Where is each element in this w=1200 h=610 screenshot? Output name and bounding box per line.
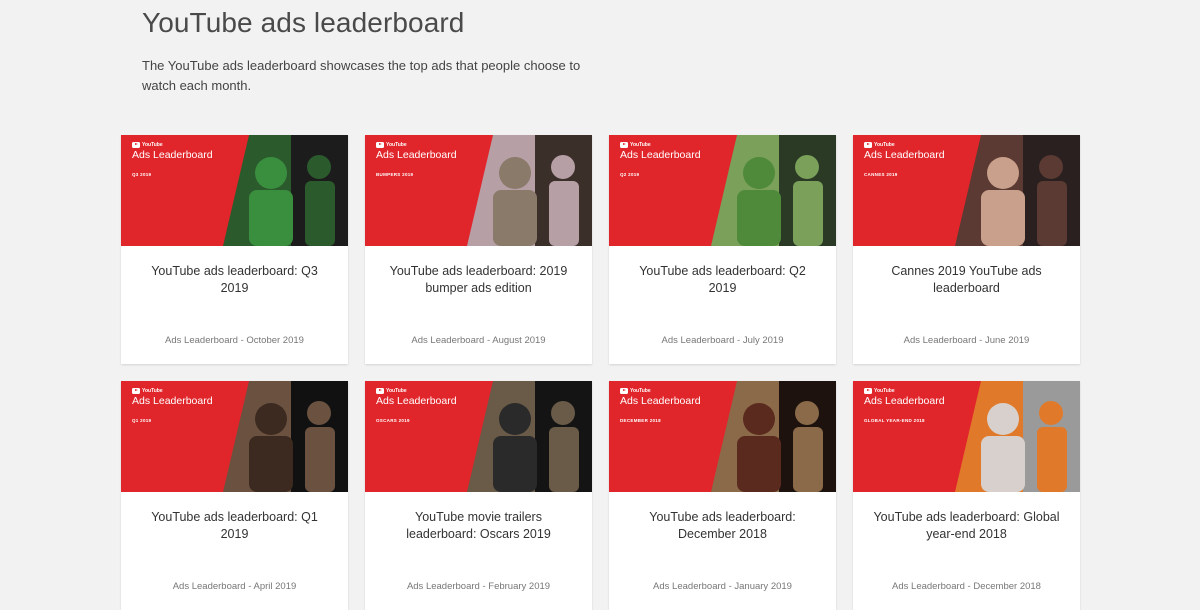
leaderboard-card-2[interactable]: YouTube Ads Leaderboard BUMPERS 2019 You… [365, 135, 592, 364]
youtube-logo-icon: YouTube [132, 387, 213, 394]
ads-leaderboard-badge: YouTube Ads Leaderboard [376, 141, 457, 161]
youtube-logo-icon: YouTube [620, 141, 701, 148]
badge-title: Ads Leaderboard [376, 395, 457, 407]
thumbnail-tag: Q2 2019 [620, 172, 640, 177]
badge-title: Ads Leaderboard [132, 395, 213, 407]
leaderboard-card-3[interactable]: YouTube Ads Leaderboard Q2 2019 YouTube … [609, 135, 836, 364]
youtube-logo-icon: YouTube [376, 387, 457, 394]
card-thumbnail[interactable]: YouTube Ads Leaderboard Q2 2019 [609, 135, 836, 246]
ads-leaderboard-badge: YouTube Ads Leaderboard [620, 387, 701, 407]
thumbnail-tag: CANNES 2019 [864, 172, 898, 177]
leaderboard-grid: YouTube Ads Leaderboard Q3 2019 YouTube … [121, 135, 1080, 610]
badge-title: Ads Leaderboard [864, 395, 945, 407]
card-thumbnail[interactable]: YouTube Ads Leaderboard Q3 2019 [121, 135, 348, 246]
thumbnail-tag: DECEMBER 2018 [620, 418, 661, 423]
badge-title: Ads Leaderboard [376, 149, 457, 161]
ads-leaderboard-badge: YouTube Ads Leaderboard [864, 141, 945, 161]
card-title[interactable]: YouTube movie trailers leaderboard: Osca… [385, 509, 572, 543]
card-title[interactable]: YouTube ads leaderboard: Global year-end… [873, 509, 1060, 543]
youtube-logo-icon: YouTube [864, 141, 945, 148]
card-meta: Ads Leaderboard - June 2019 [903, 335, 1030, 346]
card-thumbnail[interactable]: YouTube Ads Leaderboard Q1 2019 [121, 381, 348, 492]
card-meta: Ads Leaderboard - October 2019 [165, 335, 304, 346]
youtube-logo-icon: YouTube [864, 387, 945, 394]
leaderboard-card-4[interactable]: YouTube Ads Leaderboard CANNES 2019 Cann… [853, 135, 1080, 364]
card-thumbnail[interactable]: YouTube Ads Leaderboard GLOBAL YEAR-END … [853, 381, 1080, 492]
leaderboard-card-6[interactable]: YouTube Ads Leaderboard OSCARS 2019 YouT… [365, 381, 592, 610]
youtube-logo-icon: YouTube [620, 387, 701, 394]
card-title[interactable]: Cannes 2019 YouTube ads leaderboard [873, 263, 1060, 297]
badge-title: Ads Leaderboard [132, 149, 213, 161]
card-title[interactable]: YouTube ads leaderboard: Q1 2019 [141, 509, 328, 543]
card-thumbnail[interactable]: YouTube Ads Leaderboard OSCARS 2019 [365, 381, 592, 492]
ads-leaderboard-badge: YouTube Ads Leaderboard [132, 141, 213, 161]
card-thumbnail[interactable]: YouTube Ads Leaderboard BUMPERS 2019 [365, 135, 592, 246]
page-title: YouTube ads leaderboard [142, 7, 465, 38]
card-title[interactable]: YouTube ads leaderboard: 2019 bumper ads… [385, 263, 572, 297]
card-meta: Ads Leaderboard - August 2019 [411, 335, 546, 346]
ads-leaderboard-badge: YouTube Ads Leaderboard [132, 387, 213, 407]
youtube-logo-icon: YouTube [132, 141, 213, 148]
thumbnail-tag: GLOBAL YEAR-END 2018 [864, 418, 925, 423]
leaderboard-card-7[interactable]: YouTube Ads Leaderboard DECEMBER 2018 Yo… [609, 381, 836, 610]
thumbnail-tag: BUMPERS 2019 [376, 172, 414, 177]
leaderboard-card-8[interactable]: YouTube Ads Leaderboard GLOBAL YEAR-END … [853, 381, 1080, 610]
card-thumbnail[interactable]: YouTube Ads Leaderboard CANNES 2019 [853, 135, 1080, 246]
leaderboard-card-5[interactable]: YouTube Ads Leaderboard Q1 2019 YouTube … [121, 381, 348, 610]
badge-title: Ads Leaderboard [620, 395, 701, 407]
card-title[interactable]: YouTube ads leaderboard: Q2 2019 [629, 263, 816, 297]
thumbnail-tag: Q1 2019 [132, 418, 152, 423]
badge-title: Ads Leaderboard [620, 149, 701, 161]
card-title[interactable]: YouTube ads leaderboard: Q3 2019 [141, 263, 328, 297]
badge-title: Ads Leaderboard [864, 149, 945, 161]
card-meta: Ads Leaderboard - July 2019 [661, 335, 784, 346]
leaderboard-card-1[interactable]: YouTube Ads Leaderboard Q3 2019 YouTube … [121, 135, 348, 364]
thumbnail-tag: OSCARS 2019 [376, 418, 410, 423]
youtube-logo-icon: YouTube [376, 141, 457, 148]
page-description: The YouTube ads leaderboard showcases th… [142, 58, 581, 93]
ads-leaderboard-badge: YouTube Ads Leaderboard [376, 387, 457, 407]
ads-leaderboard-badge: YouTube Ads Leaderboard [620, 141, 701, 161]
ads-leaderboard-badge: YouTube Ads Leaderboard [864, 387, 945, 407]
card-thumbnail[interactable]: YouTube Ads Leaderboard DECEMBER 2018 [609, 381, 836, 492]
card-title[interactable]: YouTube ads leaderboard: December 2018 [629, 509, 816, 543]
thumbnail-tag: Q3 2019 [132, 172, 152, 177]
